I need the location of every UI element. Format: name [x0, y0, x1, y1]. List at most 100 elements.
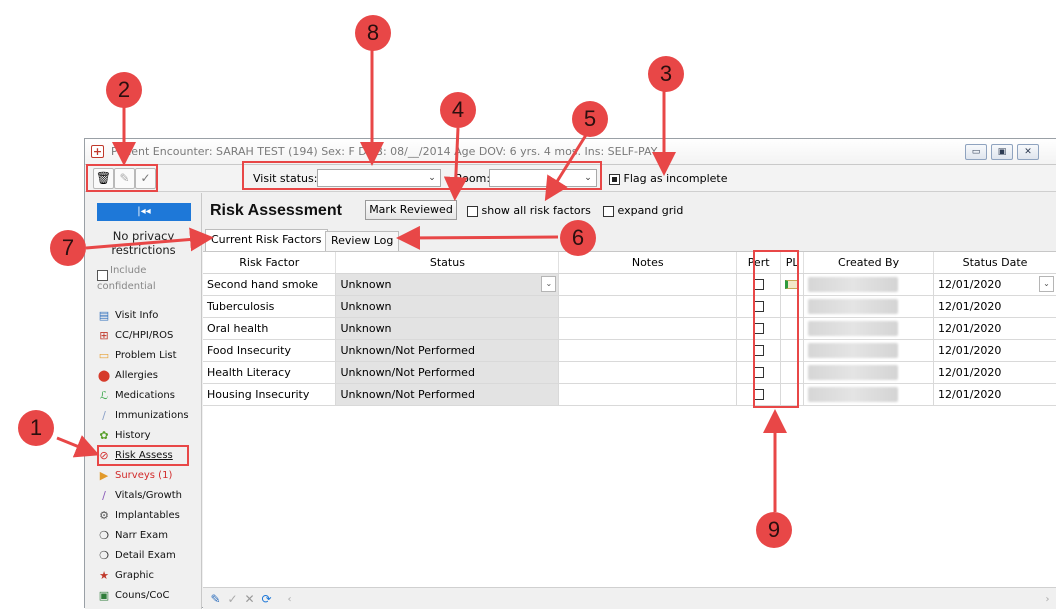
allergies-icon: ⬤ — [97, 368, 111, 382]
chevron-down-icon[interactable]: ⌄ — [541, 275, 557, 292]
column-header-risk-factor[interactable]: Risk Factor — [203, 252, 337, 274]
risk-factor-cell: Housing Insecurity — [203, 383, 337, 406]
tab-current-risk-factors[interactable]: Current Risk Factors — [205, 229, 328, 251]
column-header-created-by[interactable]: Created By — [803, 252, 935, 274]
chevron-down-icon[interactable]: ⌄ — [1039, 275, 1054, 292]
sidebar-item-cc-hpi-ros[interactable]: ⊞ CC/HPI/ROS — [97, 326, 197, 345]
detail-exam-icon: ❍ — [99, 548, 109, 562]
close-button[interactable]: ✕ — [1017, 144, 1039, 160]
sidebar-item-immunizations[interactable]: ∕ Immunizations — [97, 406, 197, 425]
created-by-cell — [803, 361, 935, 384]
status-date-cell[interactable]: 12/01/2020 — [933, 361, 1056, 384]
sidebar-item-allergies[interactable]: ⬤ Allergies — [97, 366, 197, 385]
immunizations-icon: ∕ — [102, 408, 106, 422]
highlight-visit-status-room — [242, 161, 602, 190]
sidebar-item-implantables[interactable]: ⚙ Implantables — [97, 506, 197, 525]
notes-cell[interactable] — [558, 295, 738, 318]
callout-4: 4 — [440, 92, 476, 128]
expand-grid-checkbox[interactable]: expand grid — [603, 204, 683, 217]
redacted-name — [808, 276, 899, 292]
sidebar-item-narr-exam[interactable]: ❍ Narr Exam — [97, 526, 197, 545]
scroll-left-icon[interactable]: ‹ — [281, 591, 298, 608]
status-date-cell[interactable]: 12/01/2020 — [933, 317, 1056, 340]
notes-cell[interactable] — [558, 273, 738, 296]
status-date-cell[interactable]: 12/01/2020 — [933, 383, 1056, 406]
sidebar-item-problem-list[interactable]: ▭ Problem List — [97, 346, 197, 365]
created-by-cell — [803, 383, 935, 406]
minimize-button[interactable]: ▭ — [965, 144, 987, 160]
sidebar-item-label: CC/HPI/ROS — [115, 330, 174, 341]
column-header-status[interactable]: Status — [335, 252, 560, 274]
sidebar-item-surveys[interactable]: ▶ Surveys (1) — [97, 466, 197, 485]
sidebar-item-history[interactable]: ✿ History — [97, 426, 197, 445]
callout-7: 7 — [50, 230, 86, 266]
expand-grid-checkbox-box[interactable] — [603, 205, 614, 217]
callout-9: 9 — [756, 512, 792, 548]
table-row[interactable]: Food Insecurity Unknown/Not Performed 12… — [203, 339, 1056, 362]
status-date-cell[interactable]: 12/01/2020 ⌄ — [933, 273, 1056, 296]
surveys-icon: ▶ — [99, 468, 109, 482]
risk-factor-cell: Oral health — [203, 317, 337, 340]
refresh-icon[interactable]: ⟳ — [258, 591, 275, 608]
column-header-notes[interactable]: Notes — [558, 252, 738, 274]
sidebar-item-graphic[interactable]: ★ Graphic — [97, 566, 197, 585]
mark-reviewed-button[interactable]: Mark Reviewed — [365, 200, 457, 220]
grid-action-bar: ✎ ✓ ✕ ⟳ ‹ › — [203, 587, 1056, 609]
page-title: Risk Assessment — [210, 202, 342, 219]
tab-review-log[interactable]: Review Log — [325, 231, 400, 251]
created-by-cell — [803, 317, 935, 340]
status-date-cell[interactable]: 12/01/2020 — [933, 339, 1056, 362]
maximize-button[interactable]: ▣ — [991, 144, 1013, 160]
problem-list-icon: ▭ — [98, 348, 110, 362]
notes-cell[interactable] — [558, 383, 738, 406]
sidebar-item-label: Immunizations — [115, 410, 189, 421]
status-cell[interactable]: Unknown ⌄ — [335, 273, 560, 296]
expand-grid-label: expand grid — [617, 204, 684, 217]
status-cell[interactable]: Unknown — [335, 317, 560, 340]
table-row[interactable]: Health Literacy Unknown/Not Performed 12… — [203, 361, 1056, 384]
sidebar-item-vitals-growth[interactable]: ∕ Vitals/Growth — [97, 486, 197, 505]
table-row[interactable]: Oral health Unknown 12/01/2020 — [203, 317, 1056, 340]
callout-8: 8 — [355, 15, 391, 51]
show-all-risk-factors-checkbox[interactable]: show all risk factors — [467, 204, 591, 217]
show-all-checkbox-box[interactable] — [467, 205, 478, 217]
confidential-checkbox-box[interactable] — [97, 270, 108, 281]
sidebar-item-couns-coc[interactable]: ▣ Couns/CoC — [97, 586, 197, 605]
status-cell[interactable]: Unknown/Not Performed — [335, 383, 560, 406]
status-cell[interactable]: Unknown — [335, 295, 560, 318]
flag-checkbox-box[interactable] — [609, 173, 620, 185]
risk-factor-cell: Health Literacy — [203, 361, 337, 384]
sidebar-item-label: Problem List — [115, 350, 177, 361]
table-header-row: Risk Factor Status Notes Pert PL Created… — [203, 252, 1056, 274]
scroll-right-icon[interactable]: › — [1039, 591, 1056, 608]
column-header-status-date[interactable]: Status Date — [933, 252, 1056, 274]
edit-icon[interactable]: ✎ — [207, 591, 224, 608]
callout-3: 3 — [648, 56, 684, 92]
narr-exam-icon: ❍ — [99, 528, 109, 542]
sidebar-item-medications[interactable]: ℒ Medications — [97, 386, 197, 405]
status-cell[interactable]: Unknown/Not Performed — [335, 361, 560, 384]
sidebar-item-visit-info[interactable]: ▤ Visit Info — [97, 306, 197, 325]
status-date-cell[interactable]: 12/01/2020 — [933, 295, 1056, 318]
sidebar-item-label: Implantables — [115, 510, 180, 521]
vitals-icon: ∕ — [102, 488, 106, 502]
table-row[interactable]: Tuberculosis Unknown 12/01/2020 — [203, 295, 1056, 318]
flag-incomplete-checkbox[interactable]: Flag as incomplete — [609, 172, 727, 185]
cancel-icon[interactable]: ✕ — [241, 591, 258, 608]
collapse-sidebar-button[interactable]: |◂◂ — [97, 203, 191, 221]
notes-cell[interactable] — [558, 339, 738, 362]
risk-factor-table: Risk Factor Status Notes Pert PL Created… — [203, 252, 1056, 406]
status-value: Unknown — [340, 277, 392, 291]
sidebar-item-detail-exam[interactable]: ❍ Detail Exam — [97, 546, 197, 565]
check-icon[interactable]: ✓ — [224, 591, 241, 608]
table-row[interactable]: Second hand smoke Unknown ⌄ 12/01/2020 ⌄ — [203, 273, 1056, 296]
table-row[interactable]: Housing Insecurity Unknown/Not Performed… — [203, 383, 1056, 406]
window-title: Patient Encounter: SARAH TEST (194) Sex:… — [111, 145, 658, 158]
notes-cell[interactable] — [558, 361, 738, 384]
redacted-name — [808, 298, 899, 314]
notes-cell[interactable] — [558, 317, 738, 340]
highlight-risk-assess — [97, 445, 189, 466]
status-cell[interactable]: Unknown/Not Performed — [335, 339, 560, 362]
include-confidential-checkbox[interactable]: Include confidential — [97, 265, 157, 293]
callout-2: 2 — [106, 72, 142, 108]
